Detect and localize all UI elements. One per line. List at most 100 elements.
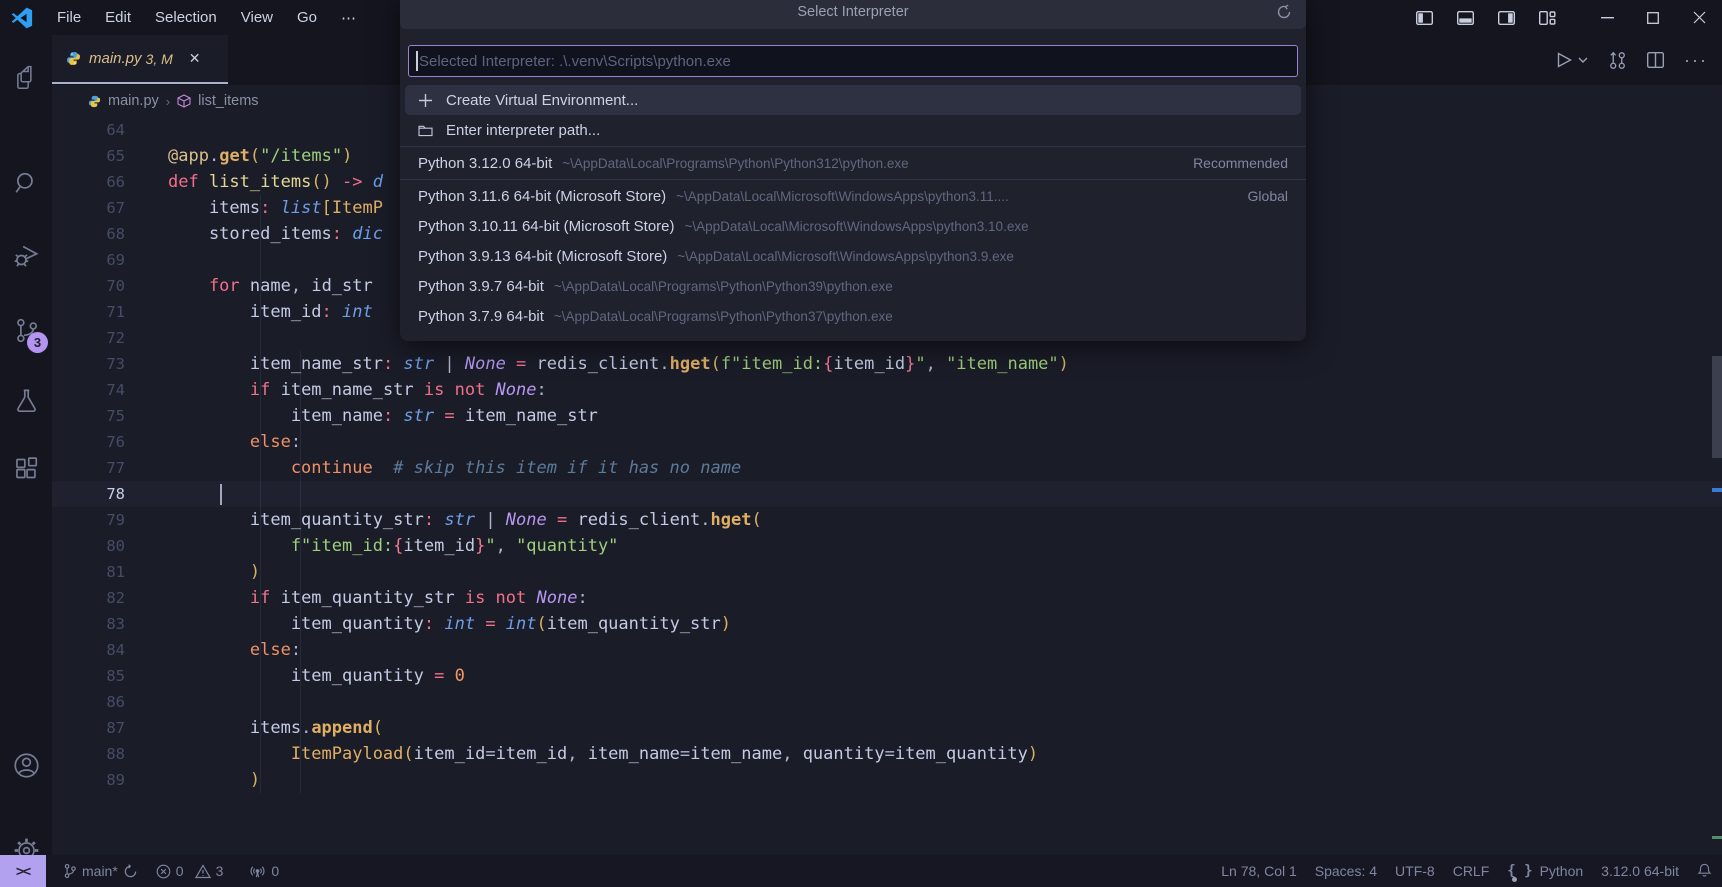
cursor-position-item[interactable]: Ln 78, Col 1 <box>1212 855 1306 887</box>
python-interpreter-item[interactable]: 3.12.0 64-bit <box>1592 855 1688 887</box>
tab-problems-modified: 3, M <box>146 51 173 67</box>
line-number[interactable]: 66 <box>52 169 168 195</box>
encoding-item[interactable]: UTF-8 <box>1386 855 1444 887</box>
menu-view[interactable]: View <box>231 6 283 29</box>
activity-bar: 3 BR <box>0 35 52 855</box>
line-number[interactable]: 78 <box>52 481 168 507</box>
customize-layout-icon[interactable] <box>1539 11 1556 25</box>
code-text: if item_name_str is not None: <box>168 377 547 403</box>
code-text: for name, id_str <box>168 273 383 299</box>
accounts-icon[interactable] <box>0 741 52 789</box>
interpreter-option-2[interactable]: Python 3.11.6 64-bit (Microsoft Store)~\… <box>400 181 1306 211</box>
ports-status-item[interactable]: 0 <box>240 855 288 887</box>
run-debug-icon[interactable] <box>0 231 52 279</box>
interpreter-option-1[interactable]: Python 3.12.0 64-bit~\AppData\Local\Prog… <box>400 148 1306 178</box>
eol-item[interactable]: CRLF <box>1444 855 1499 887</box>
search-icon[interactable] <box>0 159 52 207</box>
interpreter-option-6[interactable]: Python 3.7.9 64-bit~\AppData\Local\Progr… <box>400 301 1306 331</box>
line-number[interactable]: 89 <box>52 767 168 793</box>
tab-close-icon[interactable]: ✕ <box>185 48 205 69</box>
line-number[interactable]: 88 <box>52 741 168 767</box>
menu-edit[interactable]: Edit <box>95 6 141 29</box>
code-line-79[interactable]: 79 item_quantity_str: str | None = redis… <box>52 507 1722 533</box>
code-line-78[interactable]: 78 <box>52 481 1722 507</box>
line-number[interactable]: 82 <box>52 585 168 611</box>
code-line-86[interactable]: 86 <box>52 689 1722 715</box>
notifications-bell[interactable] <box>1688 855 1716 887</box>
breadcrumb-symbol[interactable]: list_items <box>198 93 258 109</box>
line-number[interactable]: 65 <box>52 143 168 169</box>
tab-main-py[interactable]: main.py 3, M ✕ <box>52 35 228 84</box>
line-number[interactable]: 84 <box>52 637 168 663</box>
line-number[interactable]: 81 <box>52 559 168 585</box>
line-number[interactable]: 87 <box>52 715 168 741</box>
breadcrumb-file[interactable]: main.py <box>108 93 159 109</box>
code-text: else: <box>168 429 301 455</box>
line-number[interactable]: 79 <box>52 507 168 533</box>
toggle-panel-icon[interactable] <box>1457 11 1474 25</box>
remote-indicator[interactable]: >< <box>0 855 46 887</box>
line-number[interactable]: 70 <box>52 273 168 299</box>
indentation-item[interactable]: Spaces: 4 <box>1306 855 1386 887</box>
line-number[interactable]: 74 <box>52 377 168 403</box>
menu-file[interactable]: File <box>47 6 91 29</box>
menu-go[interactable]: Go <box>287 6 327 29</box>
editor-scrollbar-thumb[interactable] <box>1712 356 1722 458</box>
option-description: ~\AppData\Local\Microsoft\WindowsApps\py… <box>676 189 1009 204</box>
minimize-button[interactable] <box>1584 0 1630 35</box>
line-number[interactable]: 71 <box>52 299 168 325</box>
more-actions-icon[interactable]: ··· <box>1684 50 1708 71</box>
code-line-87[interactable]: 87 items.append( <box>52 715 1722 741</box>
toggle-secondary-sidebar-icon[interactable] <box>1498 11 1515 25</box>
refresh-interpreters-icon[interactable] <box>1270 0 1298 26</box>
line-number[interactable]: 83 <box>52 611 168 637</box>
testing-icon[interactable] <box>0 376 52 424</box>
overview-ruler-mark <box>1712 836 1722 839</box>
open-changes-icon[interactable] <box>1608 51 1627 70</box>
code-line-83[interactable]: 83 item_quantity: int = int(item_quantit… <box>52 611 1722 637</box>
line-number[interactable]: 75 <box>52 403 168 429</box>
line-number[interactable]: 86 <box>52 689 168 715</box>
code-line-84[interactable]: 84 else: <box>52 637 1722 663</box>
line-number[interactable]: 85 <box>52 663 168 689</box>
line-number[interactable]: 76 <box>52 429 168 455</box>
menu-selection[interactable]: Selection <box>145 6 227 29</box>
branch-status-item[interactable]: main* <box>54 855 147 887</box>
maximize-button[interactable] <box>1630 0 1676 35</box>
enter-interpreter-path-option[interactable]: Enter interpreter path... <box>400 115 1306 145</box>
code-line-74[interactable]: 74 if item_name_str is not None: <box>52 377 1722 403</box>
line-number[interactable]: 69 <box>52 247 168 273</box>
language-mode-item[interactable]: { } Python <box>1498 855 1592 887</box>
code-line-85[interactable]: 85 item_quantity = 0 <box>52 663 1722 689</box>
code-line-88[interactable]: 88 ItemPayload(item_id=item_id, item_nam… <box>52 741 1722 767</box>
line-number[interactable]: 64 <box>52 117 168 143</box>
code-line-77[interactable]: 77 continue # skip this item if it has n… <box>52 455 1722 481</box>
problems-status-item[interactable]: 0 3 <box>147 855 233 887</box>
interpreter-option-3[interactable]: Python 3.10.11 64-bit (Microsoft Store)~… <box>400 211 1306 241</box>
line-number[interactable]: 68 <box>52 221 168 247</box>
menu-overflow[interactable]: ⋯ <box>331 6 366 30</box>
extensions-icon[interactable] <box>0 444 52 492</box>
line-number[interactable]: 72 <box>52 325 168 351</box>
split-editor-icon[interactable] <box>1647 52 1664 68</box>
code-line-75[interactable]: 75 item_name: str = item_name_str <box>52 403 1722 429</box>
code-line-73[interactable]: 73 item_name_str: str | None = redis_cli… <box>52 351 1722 377</box>
code-line-82[interactable]: 82 if item_quantity_str is not None: <box>52 585 1722 611</box>
code-line-76[interactable]: 76 else: <box>52 429 1722 455</box>
code-line-81[interactable]: 81 ) <box>52 559 1722 585</box>
line-number[interactable]: 80 <box>52 533 168 559</box>
line-number[interactable]: 77 <box>52 455 168 481</box>
run-python-button[interactable] <box>1557 52 1588 68</box>
code-text: else: <box>168 637 301 663</box>
code-line-80[interactable]: 80 f"item_id:{item_id}", "quantity" <box>52 533 1722 559</box>
interpreter-option-5[interactable]: Python 3.9.7 64-bit~\AppData\Local\Progr… <box>400 271 1306 301</box>
interpreter-option-4[interactable]: Python 3.9.13 64-bit (Microsoft Store)~\… <box>400 241 1306 271</box>
close-window-button[interactable] <box>1676 0 1722 35</box>
explorer-icon[interactable] <box>0 54 52 102</box>
code-line-89[interactable]: 89 ) <box>52 767 1722 793</box>
interpreter-search-input[interactable] <box>408 45 1298 77</box>
toggle-sidebar-icon[interactable] <box>1416 11 1433 25</box>
line-number[interactable]: 67 <box>52 195 168 221</box>
create-venv-option[interactable]: Create Virtual Environment... <box>405 85 1301 115</box>
line-number[interactable]: 73 <box>52 351 168 377</box>
